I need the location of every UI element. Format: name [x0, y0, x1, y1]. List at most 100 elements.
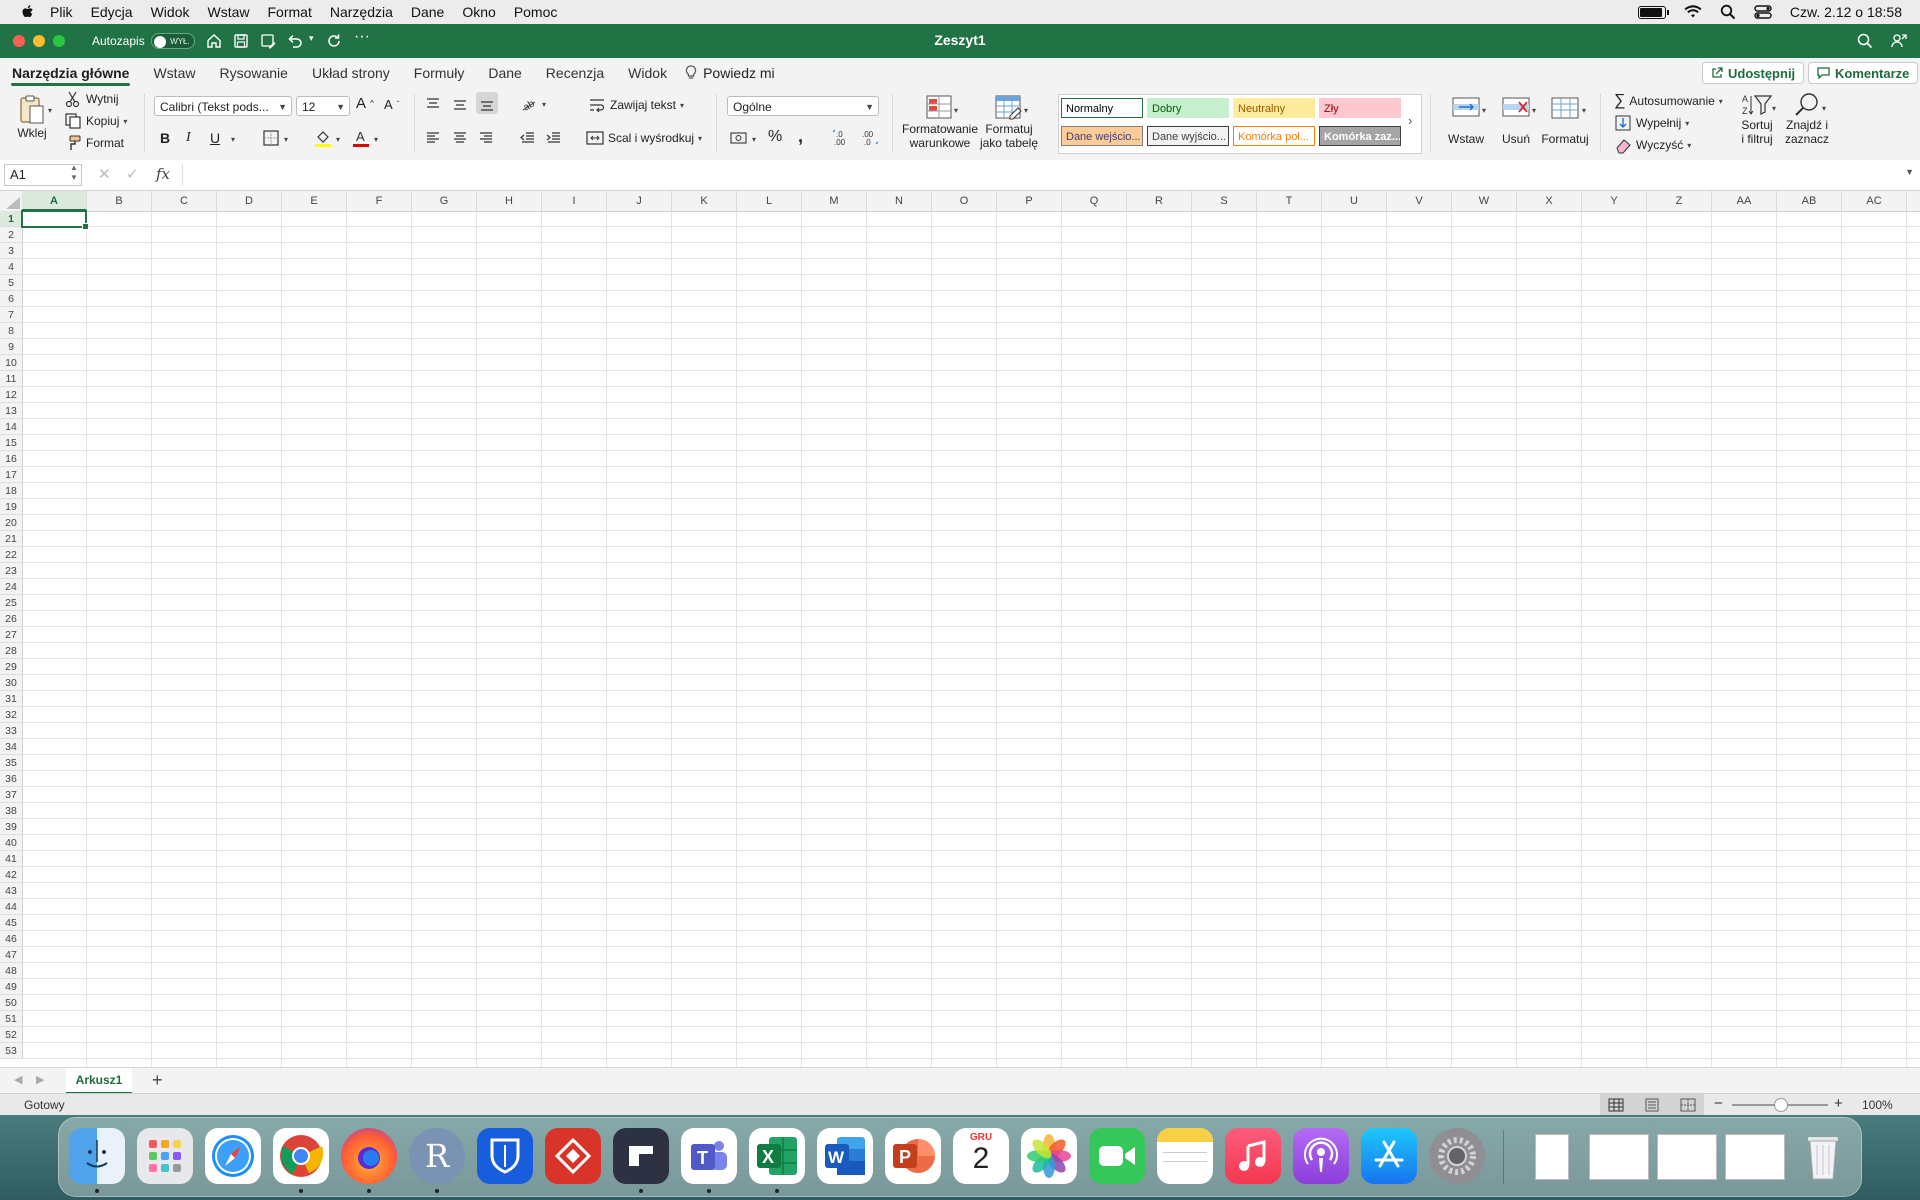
tab-review[interactable]: Recenzja	[534, 58, 616, 88]
row-header-14[interactable]: 14	[0, 419, 22, 435]
column-header-a[interactable]: A	[22, 191, 87, 211]
search-icon[interactable]	[1856, 32, 1874, 50]
italic-button[interactable]: I	[186, 130, 191, 146]
column-header-l[interactable]: L	[737, 191, 802, 211]
photos-icon[interactable]	[1021, 1128, 1077, 1184]
row-header-34[interactable]: 34	[0, 739, 22, 755]
style-input[interactable]: Dane wejścio...	[1061, 126, 1143, 146]
column-header-f[interactable]: F	[347, 191, 412, 211]
orientation-icon[interactable]: ab	[520, 94, 538, 112]
align-bottom-icon[interactable]	[476, 92, 498, 114]
fill-button[interactable]: Wypełnij ▾	[1614, 114, 1689, 132]
increase-decimal-icon[interactable]: .0.00	[832, 128, 852, 146]
row-header-31[interactable]: 31	[0, 691, 22, 707]
column-header-e[interactable]: E	[282, 191, 347, 211]
conditional-formatting-button[interactable]: Formatowanie warunkowe	[902, 94, 978, 150]
menu-edycja[interactable]: Edycja	[91, 4, 133, 20]
powerpoint-icon[interactable]: P	[885, 1128, 941, 1184]
podcasts-icon[interactable]	[1293, 1128, 1349, 1184]
formula-input[interactable]	[182, 164, 1903, 186]
paste-button[interactable]: Wklej	[12, 94, 52, 140]
next-sheet-icon[interactable]: ▶	[36, 1073, 44, 1086]
decrease-font-size-icon[interactable]: Aˇ	[384, 97, 399, 112]
row-header-38[interactable]: 38	[0, 803, 22, 819]
chrome-icon[interactable]	[273, 1128, 329, 1184]
wrap-text-button[interactable]: Zawijaj tekst ▾	[588, 96, 684, 114]
format-cells-dropdown-icon[interactable]: ▾	[1582, 106, 1586, 115]
row-header-11[interactable]: 11	[0, 371, 22, 387]
format-painter-button[interactable]: Format	[64, 134, 124, 152]
row-header-46[interactable]: 46	[0, 931, 22, 947]
column-header-m[interactable]: M	[802, 191, 867, 211]
align-middle-icon[interactable]	[452, 96, 468, 112]
delete-cells-button[interactable]: Usuń	[1494, 94, 1538, 146]
row-header-26[interactable]: 26	[0, 611, 22, 627]
column-header-c[interactable]: C	[152, 191, 217, 211]
row-header-16[interactable]: 16	[0, 451, 22, 467]
find-select-dropdown-icon[interactable]: ▾	[1822, 104, 1826, 113]
row-header-27[interactable]: 27	[0, 627, 22, 643]
row-header-12[interactable]: 12	[0, 387, 22, 403]
row-header-2[interactable]: 2	[0, 227, 22, 243]
row-header-24[interactable]: 24	[0, 579, 22, 595]
column-header-x[interactable]: X	[1517, 191, 1582, 211]
row-header-4[interactable]: 4	[0, 259, 22, 275]
insert-cells-dropdown-icon[interactable]: ▾	[1482, 106, 1486, 115]
merge-center-button[interactable]: Scal i wyśrodkuj ▾	[586, 129, 702, 147]
row-header-6[interactable]: 6	[0, 291, 22, 307]
row-header-41[interactable]: 41	[0, 851, 22, 867]
column-header-j[interactable]: J	[607, 191, 672, 211]
row-header-50[interactable]: 50	[0, 995, 22, 1011]
row-header-37[interactable]: 37	[0, 787, 22, 803]
style-neutral[interactable]: Neutralny	[1233, 98, 1315, 118]
column-header-p[interactable]: P	[997, 191, 1062, 211]
launchpad-icon[interactable]	[137, 1128, 193, 1184]
select-all-icon[interactable]	[6, 197, 20, 209]
row-header-48[interactable]: 48	[0, 963, 22, 979]
conditional-formatting-dropdown-icon[interactable]: ▾	[954, 106, 958, 115]
sort-filter-dropdown-icon[interactable]: ▾	[1772, 104, 1776, 113]
style-check-cell[interactable]: Komórka zaz...	[1319, 126, 1401, 146]
row-header-8[interactable]: 8	[0, 323, 22, 339]
anydesk-icon[interactable]	[545, 1128, 601, 1184]
row-header-45[interactable]: 45	[0, 915, 22, 931]
chevron-right-icon[interactable]: ›	[1408, 113, 1412, 128]
column-header-i[interactable]: I	[542, 191, 607, 211]
increase-font-size-icon[interactable]: A ^	[356, 95, 374, 112]
paste-dropdown-icon[interactable]: ▾	[48, 106, 52, 115]
autosum-dropdown-icon[interactable]: ▾	[1719, 97, 1723, 106]
tab-formulas[interactable]: Formuły	[402, 58, 477, 88]
style-bad[interactable]: Zły	[1319, 98, 1401, 118]
cut-button[interactable]: Wytnij	[64, 90, 119, 108]
column-header-ac[interactable]: AC	[1842, 191, 1907, 211]
row-header-5[interactable]: 5	[0, 275, 22, 291]
increase-indent-icon[interactable]	[546, 130, 562, 146]
row-header-44[interactable]: 44	[0, 899, 22, 915]
figma-like-icon[interactable]	[613, 1128, 669, 1184]
tab-draw[interactable]: Rysowanie	[207, 58, 299, 88]
clear-dropdown-icon[interactable]: ▾	[1687, 141, 1691, 150]
underline-button[interactable]: U	[210, 130, 220, 146]
zoom-slider-thumb[interactable]	[1774, 1098, 1788, 1112]
font-color-icon[interactable]: A	[352, 128, 370, 148]
recent-document-thumbnail[interactable]	[1535, 1134, 1569, 1180]
copy-button[interactable]: Kopiuj ▾	[64, 112, 127, 130]
share-button[interactable]: Udostępnij	[1702, 62, 1805, 84]
borders-dropdown-icon[interactable]: ▾	[284, 135, 288, 144]
recent-window-thumbnail[interactable]	[1725, 1134, 1785, 1180]
add-sheet-button[interactable]: +	[152, 1070, 163, 1091]
format-as-table-dropdown-icon[interactable]: ▾	[1024, 106, 1028, 115]
spotlight-search-icon[interactable]	[1720, 4, 1736, 20]
decrease-decimal-icon[interactable]: .00.0	[860, 128, 880, 146]
column-header-h[interactable]: H	[477, 191, 542, 211]
row-header-40[interactable]: 40	[0, 835, 22, 851]
r-icon[interactable]: R	[409, 1128, 465, 1184]
row-header-39[interactable]: 39	[0, 819, 22, 835]
cancel-entry-icon[interactable]: ✕	[98, 165, 111, 183]
menu-narzedzia[interactable]: Narzędzia	[330, 4, 393, 20]
row-header-25[interactable]: 25	[0, 595, 22, 611]
row-header-9[interactable]: 9	[0, 339, 22, 355]
number-format-select[interactable]: Ogólne ▼	[727, 96, 879, 116]
row-header-43[interactable]: 43	[0, 883, 22, 899]
row-header-51[interactable]: 51	[0, 1011, 22, 1027]
